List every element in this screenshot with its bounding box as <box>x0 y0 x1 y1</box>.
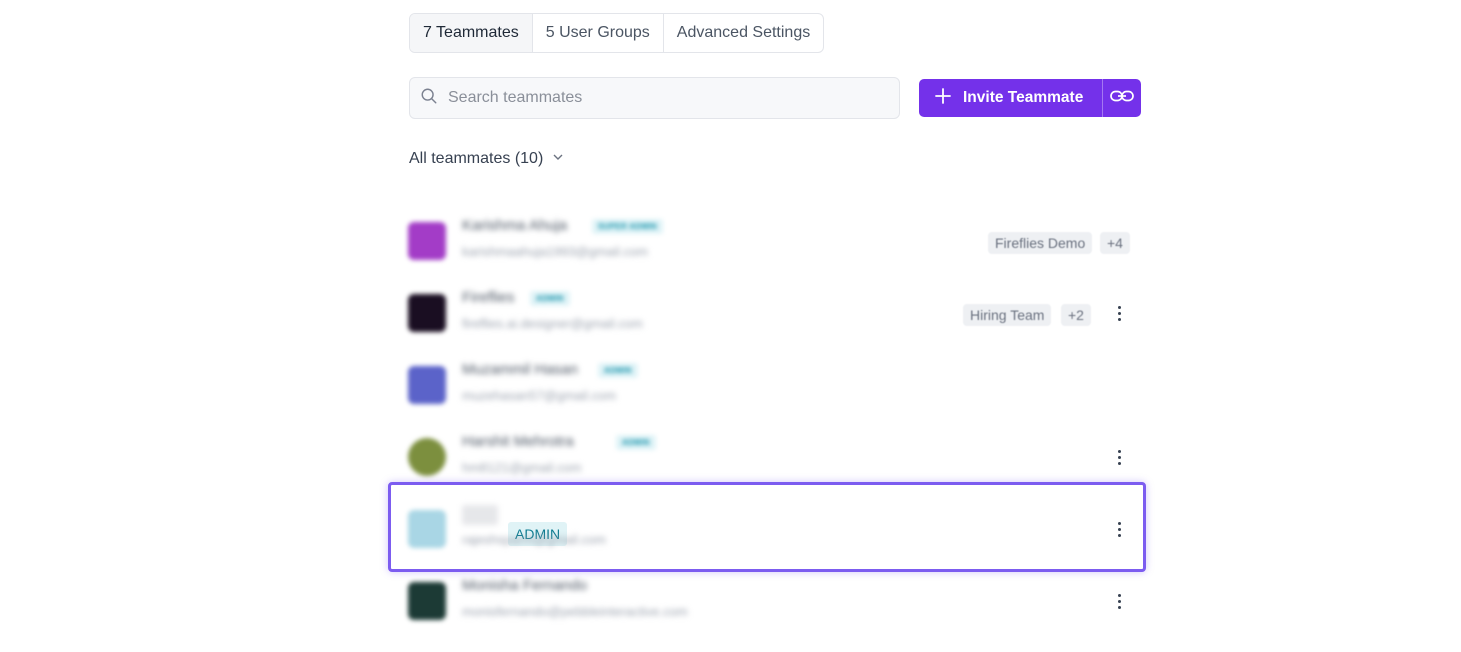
teammates-filter-dropdown[interactable]: All teammates (10) <box>409 150 564 168</box>
search-input[interactable] <box>446 88 870 108</box>
avatar <box>408 294 446 332</box>
teammate-email: hm8121@gmail.com <box>462 460 582 475</box>
teammate-name: Muzammil Hasan <box>462 361 578 378</box>
avatar <box>408 222 446 260</box>
link-icon <box>1110 88 1134 109</box>
search-box <box>409 77 900 119</box>
teammate-row[interactable]: Fireflies ADMIN fireflies.ai.designer@gm… <box>408 282 1143 344</box>
avatar <box>408 582 446 620</box>
tab-advanced-settings[interactable]: Advanced Settings <box>662 14 823 52</box>
teammate-email: monisfernando@pebbleinteractive.com <box>462 604 688 619</box>
avatar <box>408 366 446 404</box>
teammate-row[interactable]: Muzammil Hasan ADMIN muzehasan57@gmail.c… <box>408 354 1143 416</box>
more-options-icon[interactable] <box>1109 446 1129 468</box>
teammates-tabs: 7 Teammates 5 User Groups Advanced Setti… <box>409 13 825 53</box>
teammate-name: Karishma Ahuja <box>462 217 568 234</box>
teammate-row[interactable]: Harshit Mehrotra ADMIN hm8121@gmail.com <box>408 426 1143 488</box>
chevron-down-icon <box>543 150 564 168</box>
teammate-row[interactable]: Monisha Fernando monisfernando@pebbleint… <box>408 570 1143 632</box>
teammate-row[interactable]: Karishma Ahuja SUPER ADMIN karishmaahuja… <box>408 210 1143 272</box>
copy-invite-link-button[interactable] <box>1103 79 1141 117</box>
teammate-email: muzehasan57@gmail.com <box>462 388 617 403</box>
plus-icon <box>935 87 963 109</box>
invite-teammate-label: Invite Teammate <box>963 89 1084 106</box>
role-badge: SUPER ADMIN <box>592 219 664 234</box>
teammate-email: karishmaahuja1993@gmail.com <box>462 244 648 259</box>
filter-label: All teammates (10) <box>409 150 544 167</box>
teammate-name <box>462 505 498 525</box>
more-options-icon[interactable] <box>1109 518 1129 540</box>
more-options-icon[interactable] <box>1109 302 1129 324</box>
teammate-email: rajeshsparm@gmail.com <box>462 532 606 547</box>
role-badge: ADMIN <box>616 435 656 450</box>
group-tag: Hiring Team <box>963 304 1052 326</box>
group-more-tag[interactable]: +4 <box>1100 232 1130 254</box>
group-more-tag[interactable]: +2 <box>1061 304 1091 326</box>
invite-teammate-button[interactable]: Invite Teammate <box>919 79 1102 117</box>
teammate-name: Harshit Mehrotra <box>462 433 574 450</box>
role-badge: ADMIN <box>598 363 638 378</box>
avatar <box>408 510 446 548</box>
more-options-icon[interactable] <box>1109 590 1129 612</box>
teammate-name: Monisha Fernando <box>462 577 588 594</box>
search-icon <box>420 87 438 110</box>
role-badge: ADMIN <box>530 291 570 306</box>
group-tag: Fireflies Demo <box>988 232 1093 254</box>
invite-button-group: Invite Teammate <box>919 79 1141 117</box>
teammate-row-selected[interactable]: ADMIN rajeshsparm@gmail.com <box>408 498 1143 560</box>
teammate-name: Fireflies <box>462 289 515 306</box>
tab-user-groups[interactable]: 5 User Groups <box>531 14 663 52</box>
tab-teammates[interactable]: 7 Teammates <box>410 14 532 52</box>
avatar <box>408 438 446 476</box>
teammate-email: fireflies.ai.designer@gmail.com <box>462 316 643 331</box>
